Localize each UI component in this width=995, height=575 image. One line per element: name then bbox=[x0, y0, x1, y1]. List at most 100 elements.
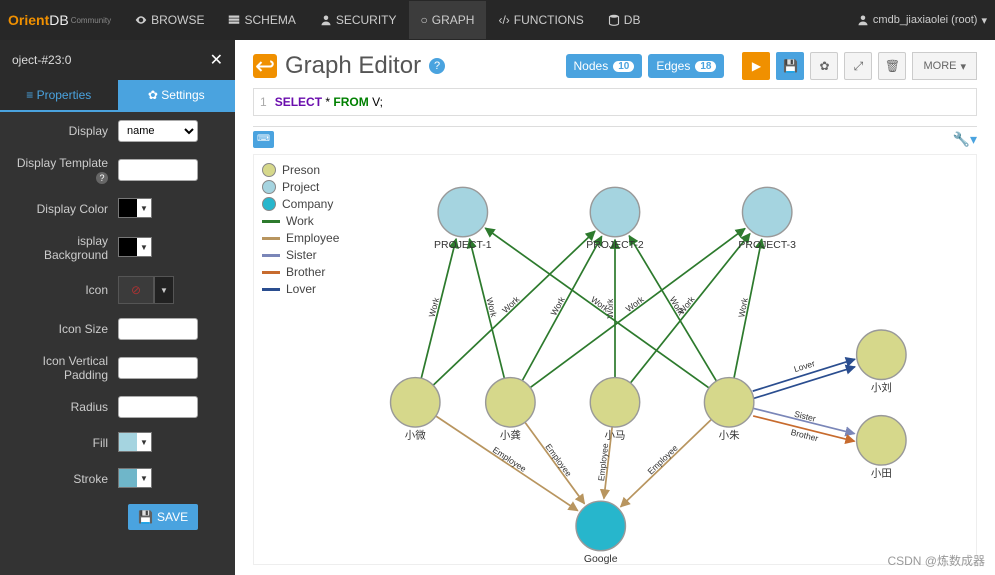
logo-db: DB bbox=[49, 12, 68, 28]
save-icon: 💾 bbox=[783, 59, 798, 73]
edge-label: Work bbox=[484, 297, 499, 319]
topbar: OrientDB Community BROWSE SCHEMA SECURIT… bbox=[0, 0, 995, 40]
code-icon: ‹/› bbox=[498, 13, 509, 27]
legend-line-sister bbox=[262, 254, 280, 257]
user-icon bbox=[320, 14, 332, 26]
icon-vpad-input[interactable] bbox=[118, 357, 198, 379]
stroke-picker[interactable]: ▼ bbox=[118, 468, 152, 488]
label-fill: Fill bbox=[10, 436, 118, 450]
legend-line-employee bbox=[262, 237, 280, 240]
label-display-color: Display Color bbox=[10, 202, 118, 216]
nav-schema[interactable]: SCHEMA bbox=[216, 1, 307, 39]
edge-label: Employee bbox=[543, 442, 574, 479]
nav-security[interactable]: SECURITY bbox=[308, 1, 409, 39]
settings-button[interactable]: ✿ bbox=[810, 52, 838, 80]
canvas-toolbar: ⌨ 🔧▾ bbox=[253, 126, 977, 152]
nav-graph[interactable]: ○GRAPH bbox=[409, 1, 487, 39]
graph-node[interactable] bbox=[857, 330, 906, 379]
query-editor[interactable]: 1 SELECT * FROM V; bbox=[253, 88, 977, 116]
save-button[interactable]: 💾SAVE bbox=[128, 504, 198, 530]
user-icon bbox=[857, 14, 869, 26]
sidebar-title: oject-#23:0 bbox=[12, 53, 71, 67]
logo-sub: Community bbox=[71, 16, 111, 25]
graph-node[interactable] bbox=[391, 378, 440, 427]
gear-icon: ✿ bbox=[148, 88, 161, 102]
keyboard-icon[interactable]: ⌨ bbox=[253, 131, 274, 148]
delete-button[interactable]: 🗑 bbox=[878, 52, 906, 80]
label-icon: Icon bbox=[10, 283, 118, 297]
graph-canvas[interactable]: Preson Project Company Work Employee Sis… bbox=[253, 154, 977, 565]
save-query-button[interactable]: 💾 bbox=[776, 52, 804, 80]
trash-icon: 🗑 bbox=[885, 59, 900, 73]
graph-node[interactable] bbox=[704, 378, 753, 427]
tab-properties[interactable]: ≡ Properties bbox=[0, 80, 118, 112]
node-label: 小龚 bbox=[500, 428, 521, 441]
ban-icon: ⊘ bbox=[131, 283, 141, 297]
graph-node[interactable] bbox=[590, 378, 639, 427]
display-color-picker[interactable]: ▼ bbox=[118, 198, 152, 218]
display-select[interactable]: name bbox=[118, 120, 198, 142]
wrench-icon[interactable]: 🔧▾ bbox=[953, 131, 977, 148]
caret-down-icon: ▾ bbox=[960, 60, 966, 73]
graph-node[interactable] bbox=[438, 187, 487, 236]
graph-node[interactable] bbox=[590, 187, 639, 236]
logo: OrientDB Community bbox=[8, 12, 111, 28]
label-display-template: Display Template ? bbox=[10, 156, 118, 184]
legend-line-work bbox=[262, 220, 280, 223]
edge-label: Work bbox=[736, 296, 750, 318]
graph-node[interactable] bbox=[486, 378, 535, 427]
expand-button[interactable]: ⤢ bbox=[844, 52, 872, 80]
nodes-pill[interactable]: Nodes10 bbox=[566, 54, 643, 78]
line-number: 1 bbox=[260, 95, 267, 109]
label-radius: Radius bbox=[10, 400, 118, 414]
node-label: 小朱 bbox=[719, 429, 740, 441]
eye-icon bbox=[135, 14, 147, 26]
display-bg-picker[interactable]: ▼ bbox=[118, 237, 152, 257]
edges-pill[interactable]: Edges18 bbox=[648, 54, 724, 78]
label-icon-size: Icon Size bbox=[10, 322, 118, 336]
icon-size-input[interactable] bbox=[118, 318, 198, 340]
edge-label: Work bbox=[427, 296, 442, 318]
tab-settings[interactable]: ✿ Settings bbox=[118, 80, 236, 112]
legend-dot-company bbox=[262, 197, 276, 211]
label-display: Display bbox=[10, 124, 118, 138]
label-stroke: Stroke bbox=[10, 472, 118, 486]
edge-label: Employee bbox=[645, 443, 679, 477]
display-template-input[interactable] bbox=[118, 159, 198, 181]
graph-svg[interactable]: WorkWorkWorkWorkWorkWorkWorkWorkWorkWork… bbox=[254, 155, 976, 564]
settings-form: Displayname Display Template ? Display C… bbox=[0, 112, 235, 538]
graph-node[interactable] bbox=[742, 187, 791, 236]
node-label: PROJECT-2 bbox=[586, 240, 644, 251]
close-icon[interactable]: ✕ bbox=[210, 50, 223, 70]
graph-node[interactable] bbox=[857, 416, 906, 465]
legend-dot-project bbox=[262, 180, 276, 194]
more-button[interactable]: MORE▾ bbox=[912, 52, 977, 80]
node-label: 小微 bbox=[405, 428, 426, 441]
legend-line-brother bbox=[262, 271, 280, 274]
node-label: 小田 bbox=[871, 467, 892, 479]
label-icon-vpad: Icon Vertical Padding bbox=[10, 354, 118, 382]
graph-node[interactable] bbox=[576, 501, 625, 550]
help-icon[interactable]: ? bbox=[96, 172, 108, 184]
node-label: PROJECT-3 bbox=[738, 240, 796, 251]
nav-browse[interactable]: BROWSE bbox=[123, 1, 216, 39]
logo-orient: Orient bbox=[8, 12, 49, 28]
label-display-bg: isplay Background bbox=[10, 234, 118, 262]
legend-dot-preson bbox=[262, 163, 276, 177]
icon-picker[interactable]: ⊘▼ bbox=[118, 276, 174, 304]
edge-label: Employee bbox=[491, 445, 528, 475]
database-icon bbox=[608, 14, 620, 26]
save-icon: 💾 bbox=[138, 510, 153, 524]
nav-functions[interactable]: ‹/›FUNCTIONS bbox=[486, 1, 595, 39]
nav-db[interactable]: DB bbox=[596, 1, 653, 39]
help-icon[interactable]: ? bbox=[429, 58, 445, 74]
run-button[interactable]: ▶ bbox=[742, 52, 770, 80]
user-menu[interactable]: cmdb_jiaxiaolei (root)▾ bbox=[857, 14, 987, 27]
sidebar: oject-#23:0 ✕ ≡ Properties ✿ Settings Di… bbox=[0, 40, 235, 575]
radius-input[interactable] bbox=[118, 396, 198, 418]
fill-picker[interactable]: ▼ bbox=[118, 432, 152, 452]
back-icon[interactable]: ↩ bbox=[253, 54, 277, 78]
list-icon: ≡ bbox=[26, 88, 36, 102]
play-icon: ▶ bbox=[752, 59, 761, 73]
node-label: Google bbox=[584, 554, 618, 564]
